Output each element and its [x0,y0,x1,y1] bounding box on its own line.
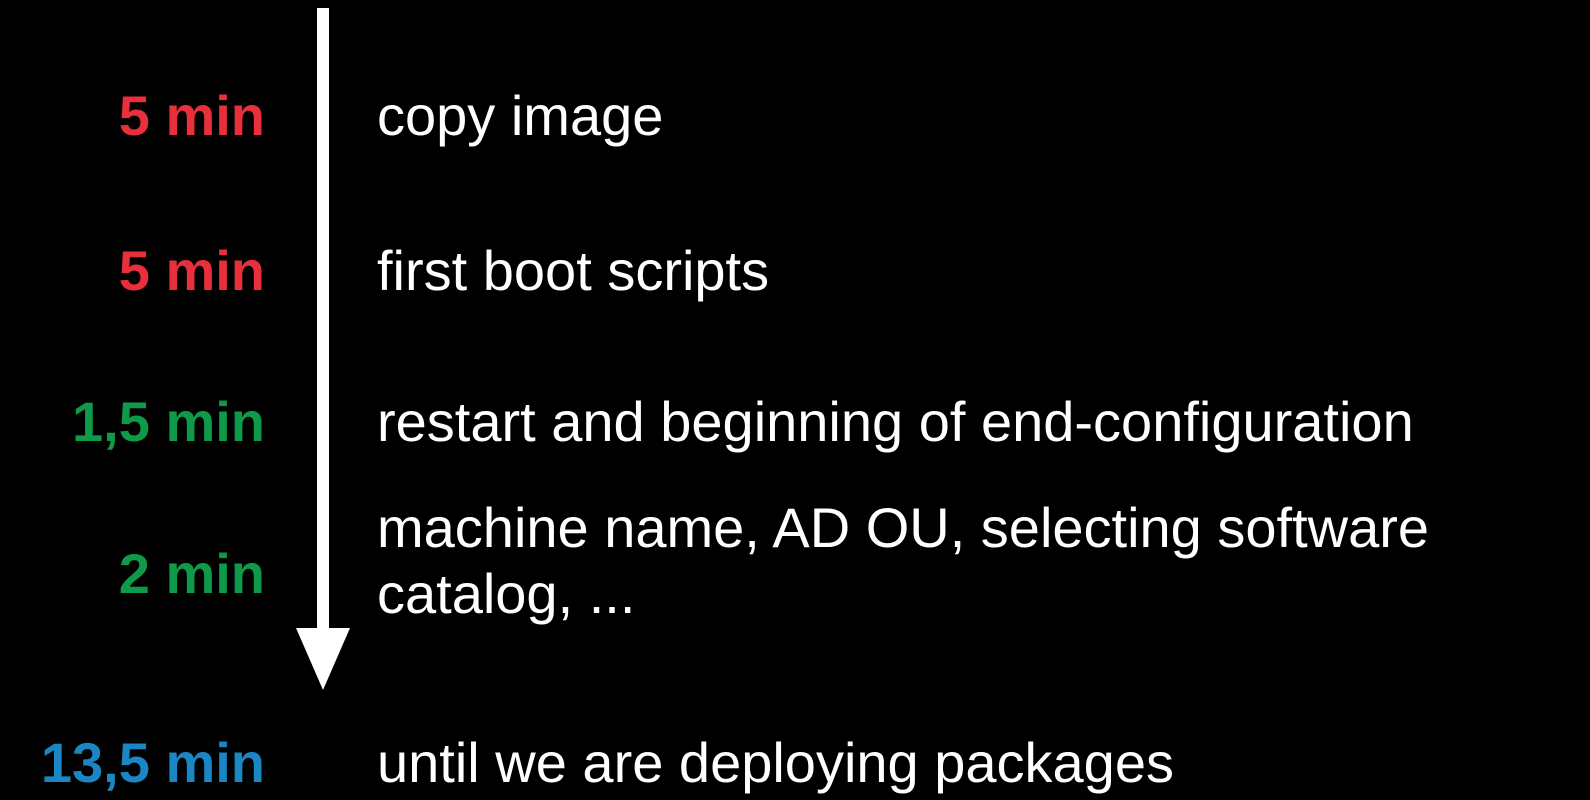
step-2-time: 5 min [118,239,265,302]
step-3-label: restart and beginning of end-configurati… [377,390,1414,453]
timeline-slide: 5 min copy image 5 min first boot script… [0,0,1590,800]
step-1-label: copy image [377,84,664,147]
step-4-label: machine name, AD OU, selecting software … [377,496,1430,625]
total-time: 13,5 min [40,731,265,794]
step-1-time: 5 min [118,84,265,147]
step-4-time: 2 min [118,542,265,605]
step-3-time: 1,5 min [72,390,265,453]
down-arrow-icon [296,8,350,690]
step-2-label: first boot scripts [377,239,770,302]
total-label: until we are deploying packages [377,731,1174,794]
